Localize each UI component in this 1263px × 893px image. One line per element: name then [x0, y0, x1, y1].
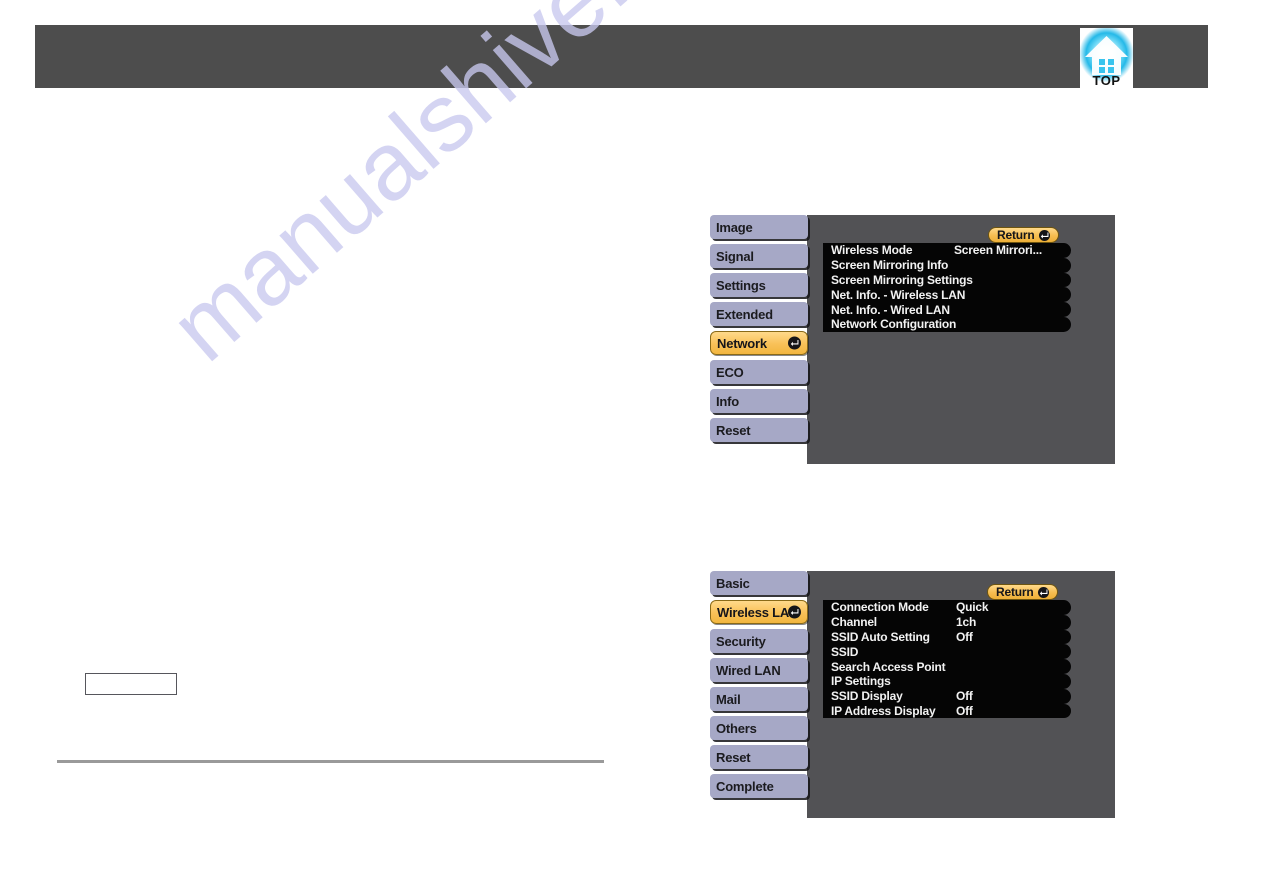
osd-tab-label: Settings: [716, 277, 766, 293]
return-button[interactable]: Return: [987, 584, 1059, 600]
osd-item-label: SSID Auto Setting: [831, 629, 930, 644]
osd-tab-mail[interactable]: Mail: [710, 687, 808, 711]
osd-tab-label: Wired LAN: [716, 662, 781, 678]
osd-item-row[interactable]: Connection Mode Quick: [823, 600, 1071, 615]
osd-tab-wireless-lan[interactable]: Wireless LAN: [710, 600, 808, 624]
osd-item-value: Quick: [956, 600, 989, 615]
top-button[interactable]: TOP: [1080, 28, 1133, 90]
osd-item-row[interactable]: Screen Mirroring Settings: [823, 272, 1071, 288]
enter-key-icon: [788, 336, 801, 350]
osd-item-label: SSID: [831, 644, 859, 659]
osd-item-row[interactable]: Network Configuration: [823, 316, 1071, 332]
osd-tab-complete[interactable]: Complete: [710, 774, 808, 798]
osd-tab-label: Signal: [716, 248, 754, 264]
osd-item-row[interactable]: IP Address Display Off: [823, 703, 1071, 719]
osd-tab-list: Image Signal Settings Extended Network ECO Inf…: [710, 215, 808, 447]
osd-item-label: SSID Display: [831, 689, 903, 704]
osd-item-label: Wireless Mode: [831, 243, 913, 258]
osd-tab-label: ECO: [716, 364, 744, 380]
osd-tab-reset[interactable]: Reset: [710, 418, 808, 442]
osd-item-label: Net. Info. - Wired LAN: [831, 302, 950, 317]
osd-tab-wired-lan[interactable]: Wired LAN: [710, 658, 808, 682]
osd-item-row[interactable]: Net. Info. - Wireless LAN: [823, 287, 1071, 303]
osd-item-list: Connection Mode Quick Channel 1ch SSID Auto …: [823, 600, 1071, 719]
osd-tab-label: Network: [717, 335, 767, 351]
osd-tab-extended[interactable]: Extended: [710, 302, 808, 326]
osd-tab-signal[interactable]: Signal: [710, 244, 808, 268]
osd-tab-network[interactable]: Network: [710, 331, 808, 355]
osd-item-row[interactable]: Net. Info. - Wired LAN: [823, 302, 1071, 317]
osd-item-value: Off: [956, 629, 973, 644]
osd-tab-label: Security: [716, 633, 766, 649]
osd-item-value: 1ch: [956, 615, 977, 630]
osd-item-label: Screen Mirroring Settings: [831, 272, 973, 287]
top-button-label: TOP: [1092, 73, 1121, 88]
osd-tab-label: Extended: [716, 306, 773, 322]
osd-item-row[interactable]: SSID Display Off: [823, 688, 1071, 704]
enter-key-icon: [1038, 586, 1050, 598]
osd-item-label: Channel: [831, 615, 877, 630]
osd-network-configuration-menu: Basic Wireless LAN Security Wired LAN Mail Ot…: [710, 571, 1115, 818]
horizontal-divider: [57, 760, 604, 763]
osd-item-row[interactable]: Screen Mirroring Info: [823, 257, 1071, 273]
return-button-label: Return: [997, 228, 1035, 242]
osd-tab-label: Complete: [716, 778, 774, 794]
osd-tab-others[interactable]: Others: [710, 716, 808, 740]
osd-tab-label: Others: [716, 720, 757, 736]
osd-item-row[interactable]: SSID Auto Setting Off: [823, 629, 1071, 645]
osd-tab-label: Image: [716, 219, 753, 235]
osd-tab-label: Reset: [716, 422, 751, 438]
osd-tab-list: Basic Wireless LAN Security Wired LAN Mail Ot…: [710, 571, 808, 803]
osd-item-label: IP Settings: [831, 674, 891, 689]
osd-tab-label: Basic: [716, 575, 750, 591]
osd-tab-label: Mail: [716, 691, 741, 707]
osd-tab-label: Info: [716, 393, 740, 409]
enter-key-icon: [788, 605, 801, 619]
osd-item-row[interactable]: SSID: [823, 644, 1071, 660]
osd-item-row[interactable]: IP Settings: [823, 673, 1071, 689]
osd-tab-eco[interactable]: ECO: [710, 360, 808, 384]
osd-tab-reset[interactable]: Reset: [710, 745, 808, 769]
enter-key-icon: [1039, 229, 1051, 241]
return-button-label: Return: [996, 585, 1034, 599]
osd-item-value: Off: [956, 703, 973, 718]
osd-tab-settings[interactable]: Settings: [710, 273, 808, 297]
osd-tab-security[interactable]: Security: [710, 629, 808, 653]
osd-item-value: Off: [956, 689, 973, 704]
osd-tab-info[interactable]: Info: [710, 389, 808, 413]
return-button[interactable]: Return: [988, 227, 1060, 243]
osd-item-label: Screen Mirroring Info: [831, 258, 949, 273]
osd-main-menu: Image Signal Settings Extended Network ECO Inf…: [710, 215, 1115, 464]
empty-callout-box: [85, 673, 177, 695]
osd-tab-image[interactable]: Image: [710, 215, 808, 239]
page-header-bar: [35, 25, 1208, 88]
osd-item-label: Network Configuration: [831, 317, 957, 332]
osd-tab-basic[interactable]: Basic: [710, 571, 808, 595]
osd-item-row[interactable]: Search Access Point: [823, 659, 1071, 674]
osd-item-list: Wireless Mode Screen Mirrori... Screen Mir…: [823, 243, 1071, 332]
osd-item-label: IP Address Display: [831, 703, 936, 718]
osd-item-label: Net. Info. - Wireless LAN: [831, 287, 966, 302]
osd-tab-label: Reset: [716, 749, 751, 765]
osd-item-value: Screen Mirrori...: [954, 243, 1042, 258]
osd-item-row[interactable]: Channel 1ch: [823, 614, 1071, 630]
osd-item-label: Search Access Point: [831, 659, 946, 674]
osd-item-label: Connection Mode: [831, 600, 929, 615]
osd-tab-label: Wireless LAN: [717, 604, 799, 620]
osd-item-row[interactable]: Wireless Mode Screen Mirrori...: [823, 243, 1071, 258]
